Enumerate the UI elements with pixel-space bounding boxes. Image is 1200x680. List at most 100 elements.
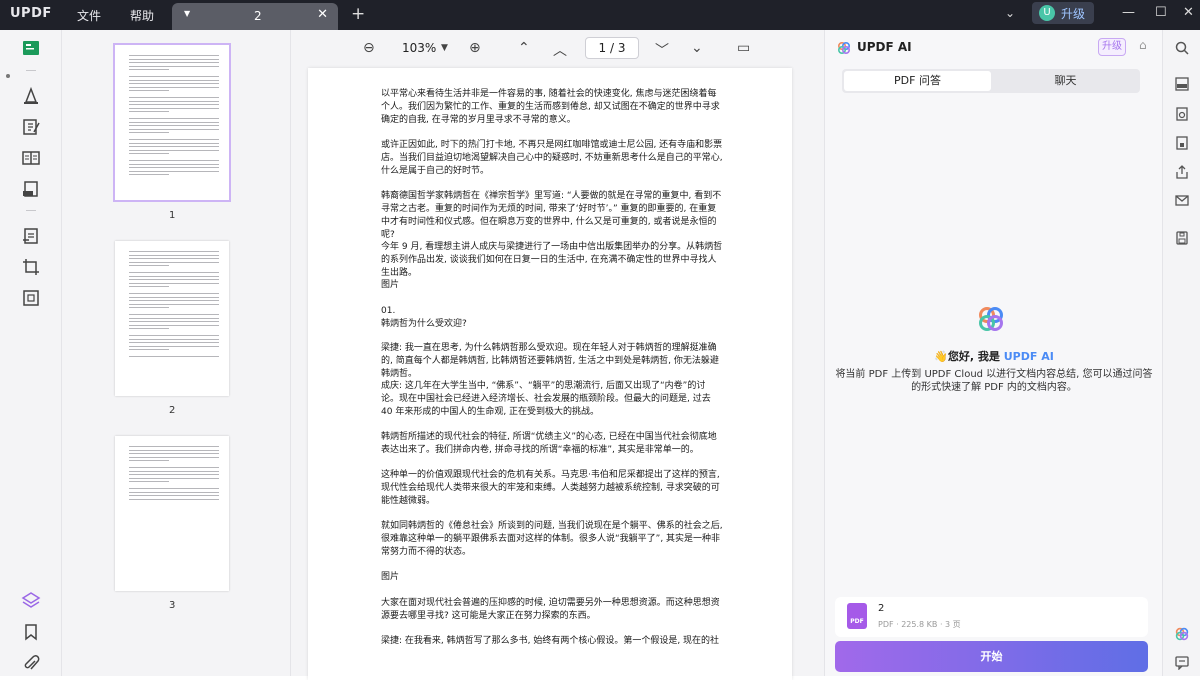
first-page-icon[interactable]: ⌃	[518, 40, 530, 56]
thumbnail-text-line	[129, 170, 219, 172]
paragraph: 或许正因如此, 时下的热门打卡地, 不再只是网红咖啡馆或迪士尼公园, 还有寺庙和…	[381, 140, 723, 176]
thumbnail-text-line	[129, 456, 219, 458]
add-tab-icon[interactable]: +	[351, 4, 365, 24]
thumbnail-text-line	[129, 55, 219, 56]
thumbnail-text-line	[129, 265, 169, 266]
close-tab-icon[interactable]: ✕	[317, 7, 328, 22]
ai-panel: UPDF AI 升级 ⌂ PDF 问答 聊天 👋您好, 我是 UPDF AI 将…	[824, 30, 1162, 676]
edit-pdf-icon[interactable]	[21, 117, 41, 137]
close-window-icon[interactable]: ✕	[1183, 5, 1194, 20]
ai-panel-title: UPDF AI	[857, 40, 912, 54]
thumbnail-text-line	[129, 79, 219, 81]
organize-pages-icon[interactable]	[21, 148, 41, 168]
ai-mode-tabs: PDF 问答 聊天	[842, 69, 1140, 93]
previous-page-icon[interactable]: ︿	[553, 40, 567, 60]
thumbnail-text-line	[129, 279, 219, 280]
form-icon[interactable]	[21, 179, 41, 199]
app-logo: UPDF	[10, 6, 52, 21]
thumbnail-text-line	[129, 342, 219, 343]
thumbnail-text-line	[129, 97, 219, 98]
document-tab[interactable]: ▼ 2 ✕	[172, 3, 338, 30]
thumbnail-text-line	[129, 282, 219, 284]
thumbnail-text-line	[129, 62, 219, 63]
thumbnail-text-line	[129, 338, 219, 340]
thumbnail-text-line	[129, 174, 169, 175]
save-icon[interactable]	[1174, 230, 1190, 246]
file-name: 2	[878, 603, 885, 614]
upgrade-button[interactable]: U 升级	[1032, 2, 1094, 24]
pdf-file-icon: PDF	[847, 603, 867, 629]
zoom-out-icon[interactable]: ⊖	[363, 40, 375, 56]
page-thumbnail-1[interactable]	[113, 43, 231, 202]
crop-icon[interactable]	[21, 257, 41, 277]
paragraph: 梁捷: 我一直在思考, 为什么韩炳哲那么受欢迎。现在年轻人对于韩炳哲的理解挺准确…	[381, 343, 719, 379]
zoom-level[interactable]: 103%	[402, 41, 436, 55]
thumbnail-text-line	[129, 149, 219, 151]
thumbnail-text-line	[129, 160, 219, 161]
reader-mode-icon[interactable]	[21, 38, 41, 58]
start-button[interactable]: 开始	[835, 641, 1148, 672]
thumbnail-text-line	[129, 146, 219, 147]
thumbnail-text-line	[129, 121, 219, 123]
page-thumbnail-3[interactable]	[115, 436, 229, 591]
layers-icon[interactable]	[21, 590, 41, 610]
document-toolbar: ⊖ 103% ▼ ⊕ ⌃ ︿ 1 / 3 ﹀ ⌄ ▭	[291, 30, 824, 66]
zoom-in-icon[interactable]: ⊕	[469, 40, 481, 56]
thumbnail-text-line	[129, 335, 219, 336]
thumbnail-text-line	[129, 254, 219, 256]
last-page-icon[interactable]: ⌄	[691, 40, 703, 56]
file-card: PDF 2 PDF · 225.8 KB · 3 页	[835, 597, 1148, 637]
thumbnail-text-line	[129, 58, 219, 60]
chevron-down-icon[interactable]: ⌄	[1005, 6, 1015, 20]
thumbnail-text-line	[129, 111, 169, 112]
convert-icon[interactable]	[21, 226, 41, 246]
lock-icon[interactable]: ⌂	[1139, 38, 1147, 52]
comment-icon[interactable]	[21, 86, 41, 106]
right-toolbar	[1162, 30, 1200, 676]
wave-icon: 👋	[934, 350, 948, 363]
zoom-dropdown-icon[interactable]: ▼	[441, 43, 448, 53]
minimize-icon[interactable]: —	[1122, 5, 1135, 20]
image-placeholder-label: 图片	[381, 280, 400, 290]
protect-icon[interactable]	[21, 288, 41, 308]
email-icon[interactable]	[1174, 192, 1190, 208]
ocr-icon[interactable]	[1174, 76, 1190, 92]
page-number-input[interactable]: 1 / 3	[585, 37, 639, 59]
attachment-icon[interactable]	[21, 654, 41, 674]
menu-help[interactable]: 帮助	[130, 7, 154, 24]
paragraph: 以平常心来看待生活并非是一件容易的事, 随着社会的快速变化, 焦虑与迷茫困绕着每…	[381, 89, 720, 125]
menu-file[interactable]: 文件	[77, 7, 101, 24]
thumbnail-text-line	[129, 293, 219, 294]
tab-chat[interactable]: 聊天	[993, 71, 1138, 91]
avatar: U	[1039, 5, 1055, 21]
thumbnail-text-line	[129, 296, 219, 298]
thumbnail-text-line	[129, 86, 219, 88]
search-icon[interactable]	[1174, 40, 1190, 56]
maximize-icon[interactable]: ☐	[1155, 5, 1167, 20]
paragraph: 成庆: 这几年在大学生当中, “佛系”、“躺平”的思潮流行, 后面又出现了“内卷…	[381, 381, 711, 417]
page-thumbnail-2[interactable]	[115, 241, 229, 396]
thumbnail-text-line	[129, 272, 219, 273]
pdf-page: 以平常心来看待生活并非是一件容易的事, 随着社会的快速变化, 焦虑与迷茫困绕着每…	[308, 68, 792, 680]
updf-ai-icon[interactable]	[1174, 626, 1190, 642]
tab-pdf-qa[interactable]: PDF 问答	[844, 71, 991, 91]
thumbnail-text-line	[129, 65, 219, 67]
ai-upgrade-button[interactable]: 升级	[1098, 38, 1126, 56]
thumbnail-text-line	[129, 467, 219, 468]
thumbnail-text-line	[129, 132, 169, 133]
tab-dropdown-icon[interactable]: ▼	[184, 9, 190, 18]
convert-document-icon[interactable]	[1174, 106, 1190, 122]
ai-greeting: 👋您好, 我是 UPDF AI	[825, 348, 1163, 364]
thumbnail-text-line	[129, 481, 169, 482]
next-page-icon[interactable]: ﹀	[655, 40, 669, 60]
bookmark-icon[interactable]	[21, 622, 41, 642]
protect-document-icon[interactable]	[1174, 135, 1190, 151]
share-icon[interactable]	[1174, 164, 1190, 180]
presentation-icon[interactable]: ▭	[737, 40, 750, 56]
thumbnail-text-line	[129, 261, 219, 263]
thumbnail-panel: 1 2 3	[62, 30, 291, 676]
section-heading: 01. 韩炳哲为什么受欢迎?	[381, 306, 467, 329]
chat-icon[interactable]	[1174, 654, 1190, 671]
thumbnail-text-line	[129, 495, 219, 496]
greeting-text: 您好, 我是	[947, 350, 1000, 363]
